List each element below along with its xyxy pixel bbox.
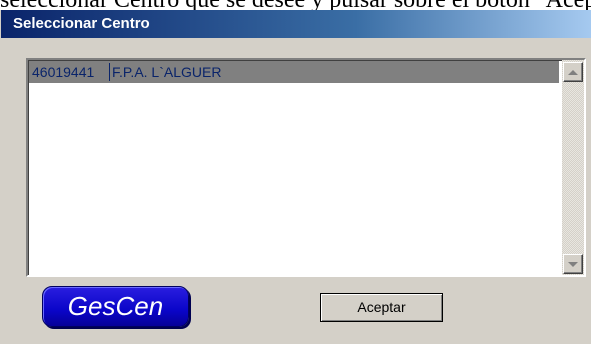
center-code: 46019441 (32, 64, 95, 80)
scroll-up-button[interactable] (563, 62, 583, 82)
select-center-dialog: Seleccionar Centro 46019441 F.P.A. L`ALG… (0, 10, 591, 344)
scroll-down-arrow-icon (568, 261, 578, 267)
gescen-logo: GesCen (42, 286, 189, 327)
accept-button[interactable]: Aceptar (320, 293, 443, 322)
window-title: Seleccionar Centro (13, 15, 150, 32)
title-bar[interactable]: Seleccionar Centro (1, 10, 591, 38)
list-item[interactable]: 46019441 F.P.A. L`ALGUER (29, 61, 559, 83)
column-divider (109, 63, 110, 81)
scroll-down-button[interactable] (563, 254, 583, 274)
vertical-scrollbar[interactable] (562, 60, 584, 275)
center-name: F.P.A. L`ALGUER (112, 64, 222, 80)
center-listbox[interactable]: 46019441 F.P.A. L`ALGUER (26, 58, 586, 277)
scroll-up-arrow-icon (568, 69, 578, 75)
